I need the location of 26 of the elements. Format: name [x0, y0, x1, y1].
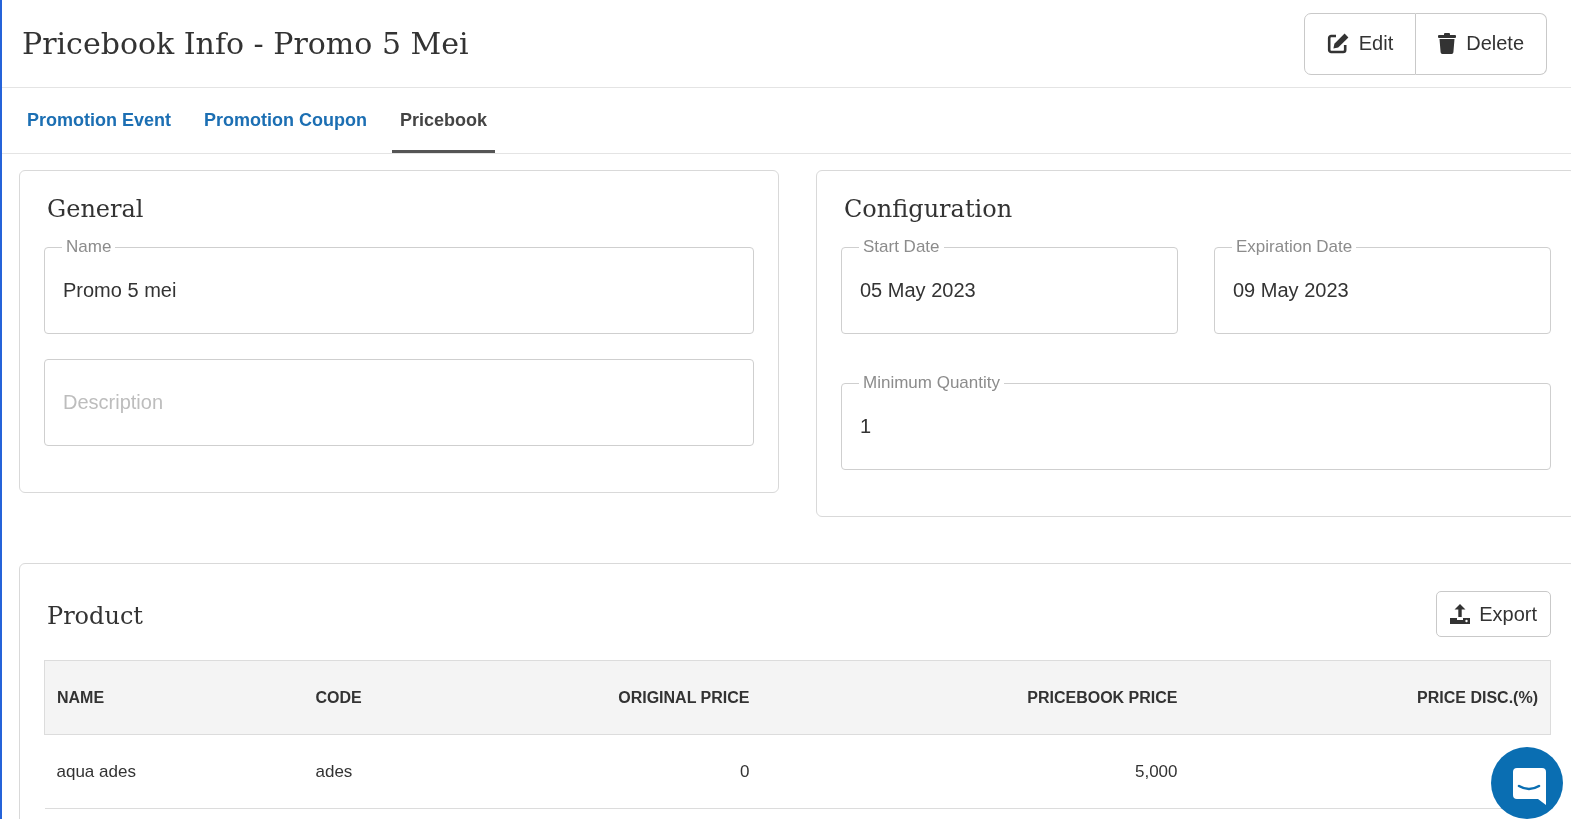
column-header: CODE	[303, 660, 562, 735]
card-title: Product	[46, 602, 143, 630]
edit-icon	[1326, 33, 1349, 54]
export-button[interactable]: Export	[1436, 591, 1551, 637]
card-title: General	[46, 196, 144, 223]
tab[interactable]: Pricebook	[392, 88, 495, 153]
table-cell: 5,000	[1134, 761, 1178, 782]
column-header: PRICE DISC.(%)	[1189, 660, 1551, 735]
page-title: Pricebook Info - Promo 5 Mei	[22, 26, 469, 61]
table-cell: 0	[740, 761, 750, 782]
input-field[interactable]: Description	[44, 359, 754, 446]
tab[interactable]: Promotion Coupon	[196, 88, 375, 153]
column-header: PRICEBOOK PRICE	[761, 660, 1190, 735]
card-title: Configuration	[843, 196, 1013, 223]
column-header: NAME	[44, 660, 304, 735]
tab[interactable]: Promotion Event	[19, 88, 179, 153]
delete-button[interactable]: Delete	[1416, 12, 1547, 75]
trash-icon	[1438, 33, 1457, 54]
field-label: Expiration Date	[1232, 237, 1357, 257]
field-label: Minimum Quantity	[859, 373, 1004, 393]
edit-button[interactable]: Edit	[1303, 12, 1417, 75]
table-cell: ades	[315, 761, 353, 782]
upload-icon	[1450, 604, 1471, 624]
table-cell: aqua ades	[56, 761, 136, 782]
chat-bubble-icon[interactable]	[1491, 747, 1563, 819]
column-header: ORIGINAL PRICE	[561, 660, 762, 735]
